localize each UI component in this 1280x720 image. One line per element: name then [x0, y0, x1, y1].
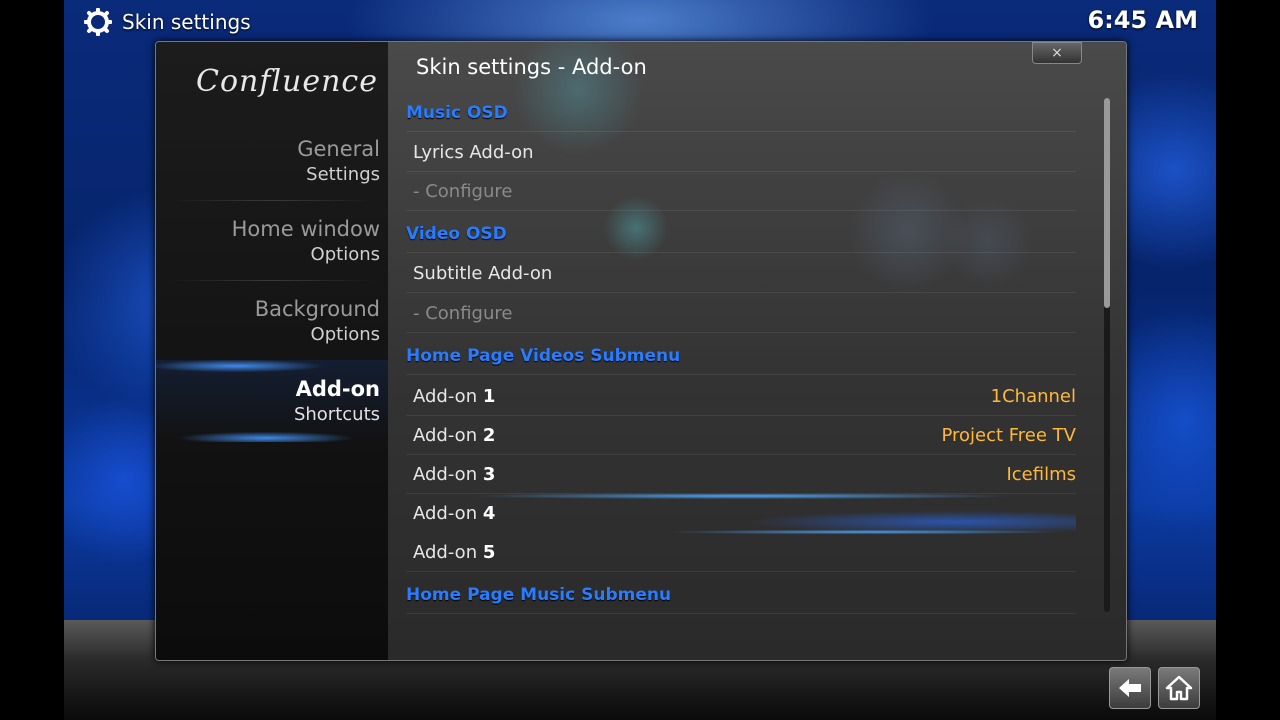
setting-value: Project Free TV [941, 425, 1076, 446]
setting-label: Add-on 5 [413, 542, 496, 563]
divider [166, 280, 378, 281]
divider [406, 613, 1076, 614]
section-header-label: Music OSD [406, 103, 508, 123]
confluence-logo: Confluence [196, 64, 378, 99]
divider [406, 252, 1076, 253]
category-subtitle: Shortcuts [293, 404, 380, 425]
category-add-on[interactable]: Add-on Shortcuts [160, 376, 380, 428]
setting-addon-4[interactable]: Add-on 4 [406, 495, 1076, 533]
category-sidebar: Confluence General Settings Home window … [156, 42, 388, 660]
window-header: Skin settings [84, 6, 251, 38]
divider [406, 210, 1076, 211]
skin-settings-dialog: Confluence General Settings Home window … [155, 41, 1127, 661]
setting-addon-3[interactable]: Add-on 3 Icefilms [406, 456, 1076, 494]
section-header-label: Home Page Videos Submenu [406, 346, 681, 366]
divider [406, 171, 1076, 172]
divider [406, 374, 1076, 375]
setting-addon-2[interactable]: Add-on 2 Project Free TV [406, 417, 1076, 455]
home-button[interactable] [1158, 667, 1200, 709]
setting-label: Add-on 4 [413, 503, 496, 524]
window-title: Skin settings [122, 10, 251, 34]
setting-label: Lyrics Add-on [413, 142, 534, 163]
setting-label: Add-on 3 [413, 464, 496, 485]
setting-label: Subtitle Add-on [413, 263, 553, 284]
section-header: Video OSD [406, 215, 1076, 253]
divider [406, 131, 1076, 132]
scrollbar-thumb[interactable] [1104, 98, 1110, 308]
section-header: Home Page Videos Submenu [406, 337, 1076, 375]
close-button[interactable]: × [1032, 42, 1082, 64]
setting-value: 1Channel [990, 386, 1076, 407]
gear-icon [84, 8, 112, 36]
close-icon: × [1051, 45, 1063, 61]
category-title: Add-on [295, 377, 380, 401]
category-subtitle: Options [310, 324, 380, 345]
category-title: Background [254, 297, 380, 321]
dialog-title: Skin settings - Add-on [416, 55, 647, 79]
setting-label: - Configure [413, 181, 513, 202]
divider [166, 200, 378, 201]
category-subtitle: Options [310, 244, 380, 265]
section-header-label: Video OSD [406, 224, 507, 244]
home-icon [1165, 675, 1193, 701]
setting-subtitle-configure[interactable]: - Configure [406, 295, 1076, 333]
setting-subtitle-addon[interactable]: Subtitle Add-on [406, 255, 1076, 293]
setting-label: - Configure [413, 303, 513, 324]
setting-lyrics-addon[interactable]: Lyrics Add-on [406, 134, 1076, 172]
divider [406, 415, 1076, 416]
setting-value: Icefilms [1006, 464, 1076, 485]
section-header: Music OSD [406, 94, 1076, 132]
settings-panel: Skin settings - Add-on × Music OSD Lyric… [388, 42, 1126, 660]
back-arrow-icon [1119, 679, 1141, 697]
divider [406, 571, 1076, 572]
category-title: Home window [231, 217, 380, 241]
clock: 6:45 AM [1087, 6, 1198, 34]
category-subtitle: Settings [306, 164, 380, 185]
divider [406, 292, 1076, 293]
category-title: General [297, 137, 380, 161]
category-background[interactable]: Background Options [160, 296, 380, 348]
setting-label: Add-on 1 [413, 386, 496, 407]
section-header-label: Home Page Music Submenu [406, 585, 672, 605]
setting-addon-1[interactable]: Add-on 1 1Channel [406, 378, 1076, 416]
setting-addon-5[interactable]: Add-on 5 [406, 534, 1076, 572]
category-general[interactable]: General Settings [160, 136, 380, 188]
scrollbar[interactable] [1104, 98, 1110, 612]
back-button[interactable] [1109, 667, 1151, 709]
divider [406, 454, 1076, 455]
section-header: Home Page Music Submenu [406, 576, 1076, 614]
setting-lyrics-configure[interactable]: - Configure [406, 173, 1076, 211]
divider [406, 332, 1076, 333]
category-home-window[interactable]: Home window Options [160, 216, 380, 268]
